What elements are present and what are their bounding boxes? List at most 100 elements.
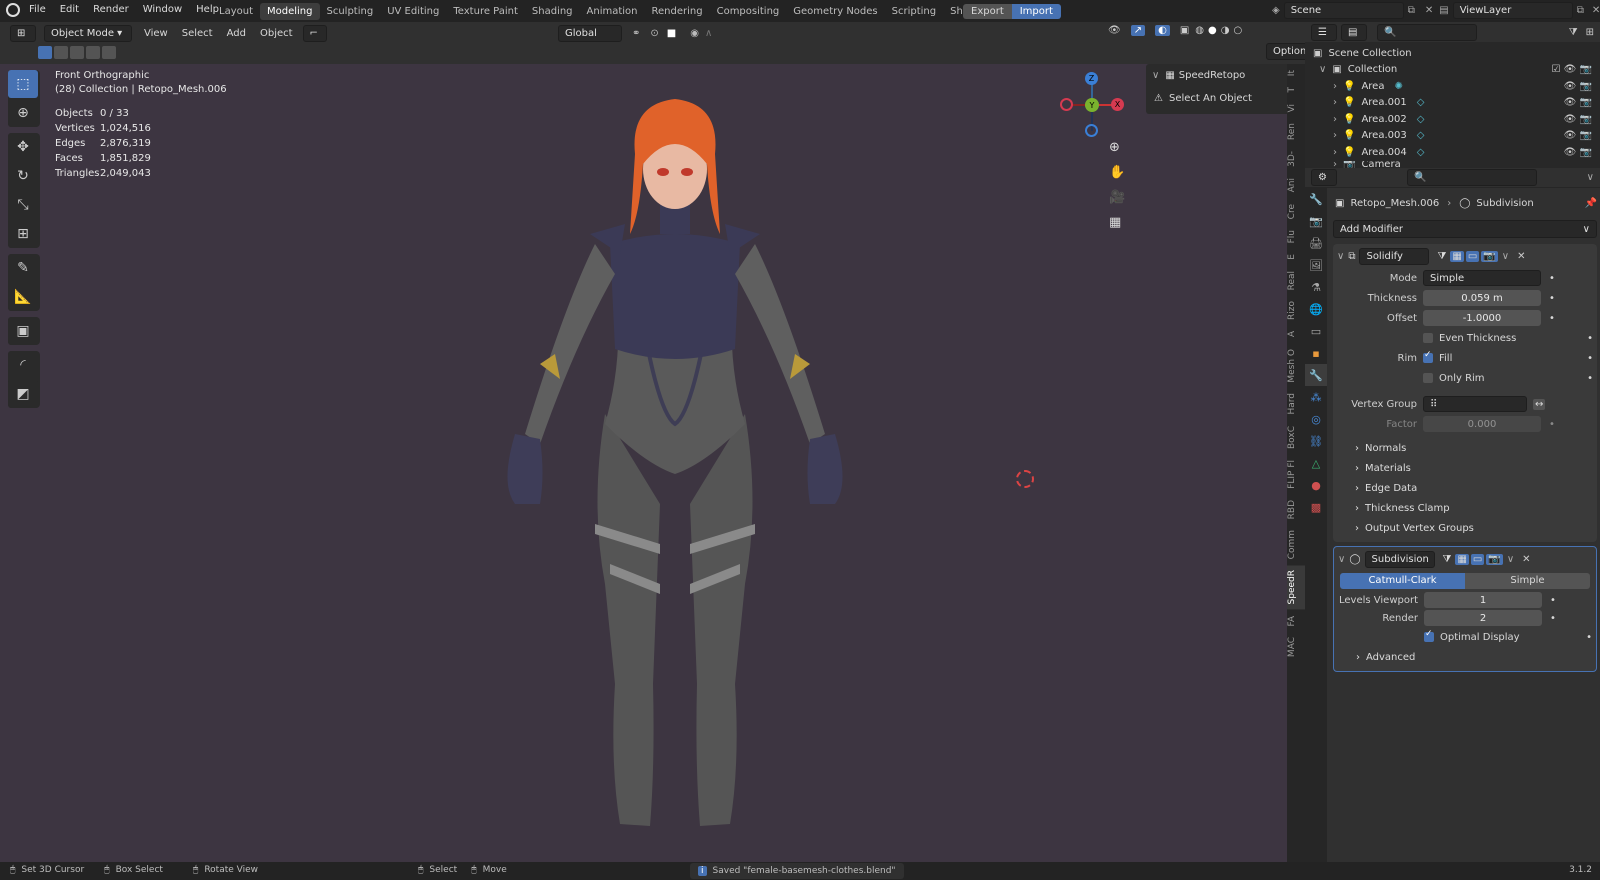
physics-tab-icon[interactable]: ◎ (1305, 408, 1327, 430)
modifier-menu-icon[interactable]: ∨ (1507, 554, 1514, 565)
simple-toggle[interactable]: Simple (1465, 573, 1590, 589)
custom-tool-2-icon[interactable]: ◩ (8, 380, 38, 408)
orientation-selector[interactable]: Global (558, 25, 622, 42)
annotate-tool-icon[interactable]: ✎ (8, 254, 38, 282)
visibility-icon[interactable]: 👁 📷 (1564, 147, 1592, 158)
factor-field[interactable]: 0.000 (1423, 416, 1541, 432)
side-tab-cre[interactable]: Cre (1287, 197, 1305, 224)
menu-edit[interactable]: Edit (60, 4, 79, 15)
copy-view-layer-icon[interactable]: ⧉ (1577, 5, 1584, 16)
proportional-edit-icon[interactable]: ◉ (690, 28, 699, 39)
custom-tool-1-icon[interactable]: ◜ (8, 351, 38, 379)
subpanel-edge-data[interactable]: › Edge Data (1333, 478, 1597, 498)
scene-collection-row[interactable]: ▣ Scene Collection (1313, 45, 1592, 62)
side-tab-speedr[interactable]: SpeedR (1287, 564, 1305, 610)
menu-view[interactable]: View (144, 28, 168, 39)
levels-viewport-field[interactable]: 1 (1424, 592, 1542, 608)
character-model[interactable] (495, 84, 855, 859)
tab-shading[interactable]: Shading (525, 3, 580, 20)
side-tab-flu[interactable]: Flu (1287, 223, 1305, 249)
side-tab-rbd[interactable]: RBD (1287, 493, 1305, 524)
pivot-icon[interactable]: ⚭ (632, 28, 640, 39)
collection-tab-icon[interactable]: ▭ (1305, 320, 1327, 342)
side-tab-hard[interactable]: Hard (1287, 387, 1305, 420)
collapse-icon[interactable]: ∨ (1337, 251, 1344, 262)
ortho-grid-icon[interactable]: ▦ (1109, 215, 1125, 240)
texture-tab-icon[interactable]: ▩ (1305, 496, 1327, 518)
render-icon[interactable]: 📷 (1486, 553, 1503, 565)
modifier-tab-icon[interactable]: 🔧 (1305, 364, 1327, 386)
add-modifier-dropdown[interactable]: Add Modifier ∨ (1333, 220, 1597, 238)
new-collection-icon[interactable]: ⊞ (1586, 27, 1594, 38)
invert-vertex-group-icon[interactable]: ↔ (1533, 398, 1546, 410)
select-invert-icon[interactable] (86, 46, 100, 59)
render-tab-icon[interactable]: 📷 (1305, 210, 1327, 232)
data-tab-icon[interactable]: △ (1305, 452, 1327, 474)
wireframe-shading-icon[interactable]: ◍ (1195, 25, 1204, 36)
viewport-icon[interactable]: ▭ (1470, 553, 1485, 565)
side-tab-item[interactable]: It (1287, 64, 1305, 82)
side-tab-mac[interactable]: MAC (1287, 631, 1305, 663)
tab-scripting[interactable]: Scripting (885, 3, 943, 20)
export-button[interactable]: Export (963, 3, 1012, 19)
render-icon[interactable]: 📷 (1481, 250, 1498, 262)
even-thickness-checkbox[interactable] (1423, 333, 1433, 343)
3d-viewport[interactable]: Front Orthographic (28) Collection | Ret… (0, 64, 1305, 862)
side-tab-view[interactable]: Vi (1287, 97, 1305, 118)
rotate-tool-icon[interactable]: ↻ (8, 162, 38, 190)
panel-collapse-icon[interactable]: ∨ (1152, 70, 1159, 81)
gizmo-neg-z-axis[interactable] (1085, 124, 1098, 137)
material-shading-icon[interactable]: ◑ (1221, 25, 1230, 36)
gizmo-toggle-icon[interactable]: ↗ (1130, 25, 1146, 36)
visibility-icon[interactable]: 👁 📷 (1564, 114, 1592, 125)
side-tab-a[interactable]: A (1287, 325, 1305, 343)
view-layer-tab-icon[interactable]: 🖼 (1305, 254, 1327, 276)
side-tab-tool[interactable]: T (1287, 81, 1305, 98)
material-tab-icon[interactable]: ● (1305, 474, 1327, 496)
collection-checkbox-icon[interactable]: ☑ 👁 📷 (1552, 64, 1592, 75)
tab-modeling[interactable]: Modeling (260, 3, 320, 20)
save-report[interactable]: i Saved "female-basemesh-clothes.blend" (690, 863, 904, 879)
gizmo-x-axis[interactable]: X (1111, 98, 1124, 111)
select-extend-icon[interactable] (54, 46, 68, 59)
tab-compositing[interactable]: Compositing (710, 3, 787, 20)
tab-geometry-nodes[interactable]: Geometry Nodes (786, 3, 884, 20)
editmode-icon[interactable]: ⧩ (1443, 554, 1452, 565)
scene-tab-icon[interactable]: ⚗ (1305, 276, 1327, 298)
side-tab-boxc[interactable]: BoxC (1287, 419, 1305, 454)
view-layer-selector[interactable]: ViewLayer (1452, 2, 1573, 19)
remove-modifier-icon[interactable]: ✕ (1522, 554, 1530, 565)
cage-icon[interactable]: ▦ (1450, 250, 1464, 262)
menu-render[interactable]: Render (93, 4, 129, 15)
menu-file[interactable]: File (29, 4, 46, 15)
outliner-item-area002[interactable]: › 💡 Area.002 ◇ 👁 📷 (1313, 111, 1592, 128)
thickness-field[interactable]: 0.059 m (1423, 290, 1541, 306)
menu-select[interactable]: Select (182, 28, 213, 39)
fill-checkbox[interactable] (1423, 350, 1433, 363)
catmull-clark-toggle[interactable]: Catmull-Clark (1340, 573, 1465, 589)
world-tab-icon[interactable]: 🌐 (1305, 298, 1327, 320)
scale-tool-icon[interactable]: ⤡ (8, 191, 38, 219)
tab-uv-editing[interactable]: UV Editing (380, 3, 446, 20)
select-box-tool-icon[interactable]: ⬚ (8, 70, 38, 98)
select-new-icon[interactable] (38, 46, 52, 59)
optimal-display-checkbox[interactable] (1424, 629, 1434, 642)
copy-scene-icon[interactable]: ⧉ (1408, 5, 1415, 16)
tab-layout[interactable]: Layout (212, 3, 260, 20)
menu-window[interactable]: Window (143, 4, 182, 15)
solid-shading-icon[interactable]: ● (1208, 25, 1217, 36)
filter-icon[interactable]: ⧩ (1569, 27, 1578, 38)
remove-modifier-icon[interactable]: ✕ (1517, 251, 1525, 262)
gizmo-y-axis[interactable]: Y (1085, 98, 1099, 112)
overlay-toggle-icon[interactable]: ◐ (1155, 25, 1170, 36)
move-tool-icon[interactable]: ✥ (8, 133, 38, 161)
scene-selector[interactable]: Scene (1283, 2, 1404, 19)
snap-icon[interactable]: ⊙ (650, 28, 658, 39)
tab-animation[interactable]: Animation (580, 3, 645, 20)
add-cube-tool-icon[interactable]: ▣ (8, 317, 38, 345)
vertex-group-field[interactable]: ⠿ (1423, 396, 1527, 412)
only-rim-checkbox[interactable] (1423, 373, 1433, 383)
cage-icon[interactable]: ▦ (1455, 553, 1469, 565)
output-tab-icon[interactable]: 🖨 (1305, 232, 1327, 254)
gizmo-neg-x-axis[interactable] (1060, 98, 1073, 111)
